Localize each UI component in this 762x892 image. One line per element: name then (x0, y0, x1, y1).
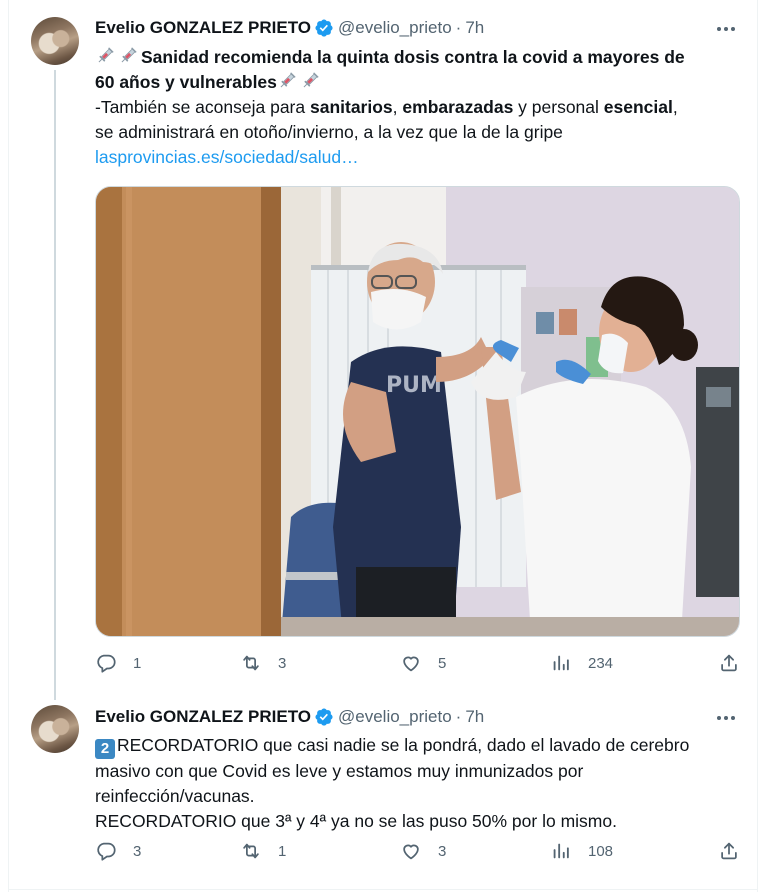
analytics-icon (553, 843, 569, 859)
author-name[interactable]: Evelio GONZALEZ PRIETO (95, 707, 311, 727)
verified-badge-icon (315, 708, 333, 726)
timestamp[interactable]: 7h (465, 707, 484, 727)
like-button[interactable]: 5 (400, 651, 446, 675)
tweet[interactable]: Evelio GONZALEZ PRIETO @evelio_prieto · … (9, 0, 757, 700)
tweet-actions: 1 3 5 234 (95, 651, 745, 675)
retweet-icon (243, 843, 259, 859)
syringe-icon (303, 72, 319, 88)
tweet[interactable]: Evelio GONZALEZ PRIETO @evelio_prieto · … (9, 690, 757, 890)
timestamp[interactable]: 7h (465, 18, 484, 38)
tweet-header: Evelio GONZALEZ PRIETO @evelio_prieto · … (95, 706, 484, 728)
reply-button[interactable]: 1 (95, 651, 141, 675)
retweet-icon (243, 655, 259, 671)
avatar[interactable] (31, 17, 79, 65)
tweet-photo[interactable]: PUM (95, 186, 740, 637)
body-line: masivo con que Covid es leve y estamos m… (95, 761, 584, 781)
separator-dot: · (455, 18, 462, 37)
headline-text: Sanidad recomienda la quinta dosis contr… (141, 47, 685, 67)
like-count: 3 (438, 842, 447, 860)
headline-text-cont: 60 años y vulnerables (95, 72, 277, 92)
reply-button[interactable]: 3 (95, 839, 141, 863)
tweet-header: Evelio GONZALEZ PRIETO @evelio_prieto · … (95, 17, 484, 39)
retweet-count: 1 (278, 842, 287, 860)
analytics-icon (553, 655, 569, 671)
author-handle[interactable]: @evelio_prieto (338, 18, 452, 38)
article-link[interactable]: lasprovincias.es/sociedad/salud… (95, 145, 745, 170)
author-name[interactable]: Evelio GONZALEZ PRIETO (95, 18, 311, 38)
body-line: -También se aconseja para sanitarios, em… (95, 97, 678, 117)
verified-badge-icon (315, 19, 333, 37)
share-icon (721, 654, 737, 672)
reply-icon (97, 654, 116, 673)
tweet-text: 2 RECORDATORIO que casi nadie se la pondr… (95, 733, 745, 834)
like-button[interactable]: 3 (400, 839, 446, 863)
retweet-count: 3 (278, 654, 287, 672)
body-line: reinfección/vacunas. (95, 786, 255, 806)
syringe-icon (280, 72, 296, 88)
heart-icon (403, 844, 419, 860)
share-button[interactable] (718, 651, 740, 675)
keycap-two-emoji: 2 (95, 739, 115, 759)
avatar[interactable] (31, 705, 79, 753)
more-options-icon[interactable] (715, 707, 737, 729)
body-line: RECORDATORIO que 3ª y 4ª ya no se las pu… (95, 811, 617, 831)
heart-icon (403, 656, 419, 672)
separator-dot: · (455, 707, 462, 726)
views-button[interactable]: 108 (550, 839, 613, 863)
reply-icon (97, 842, 116, 861)
thread-connector-line (54, 70, 56, 700)
share-button[interactable] (718, 839, 740, 863)
retweet-button[interactable]: 3 (240, 651, 286, 675)
views-button[interactable]: 234 (550, 651, 613, 675)
syringe-icon (121, 47, 137, 63)
author-handle[interactable]: @evelio_prieto (338, 707, 452, 727)
svg-text:PUM: PUM (386, 373, 442, 398)
share-icon (721, 842, 737, 860)
tweet-actions: 3 1 3 108 (95, 839, 745, 863)
view-count: 234 (588, 654, 614, 672)
timeline-border-right (757, 0, 758, 892)
vaccination-photo: PUM (96, 187, 739, 636)
view-count: 108 (588, 842, 614, 860)
like-count: 5 (438, 654, 447, 672)
reply-count: 1 (133, 654, 142, 672)
reply-count: 3 (133, 842, 142, 860)
body-line: se administrará en otoño/invierno, a la … (95, 122, 563, 142)
syringe-icon (98, 47, 114, 63)
tweet-text: Sanidad recomienda la quinta dosis contr… (95, 45, 745, 170)
more-options-icon[interactable] (715, 18, 737, 40)
retweet-button[interactable]: 1 (240, 839, 286, 863)
body-line: RECORDATORIO que casi nadie se la pondrá… (117, 735, 690, 755)
